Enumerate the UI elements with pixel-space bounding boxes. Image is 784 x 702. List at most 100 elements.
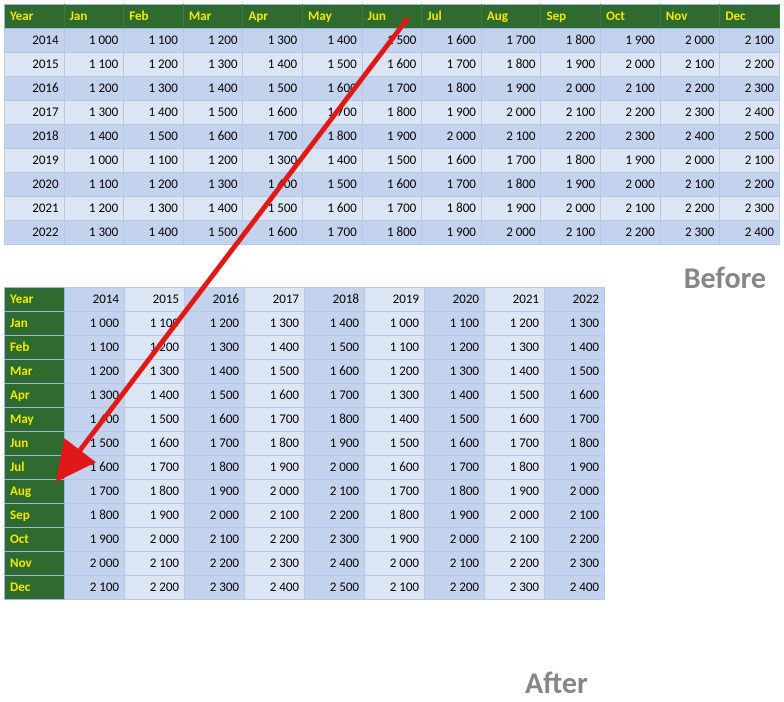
table-row: 20161 2001 3001 4001 5001 6001 7001 8001… — [5, 77, 780, 101]
data-cell: 2 200 — [545, 528, 605, 552]
data-cell: 2 000 — [481, 101, 541, 125]
table-row: 20191 0001 1001 2001 3001 4001 5001 6001… — [5, 149, 780, 173]
data-cell: 1 800 — [362, 221, 422, 245]
data-cell: 1 800 — [303, 125, 363, 149]
data-cell: 2 300 — [305, 528, 365, 552]
col-jul: Jul — [422, 5, 482, 29]
data-cell: 2 400 — [720, 221, 780, 245]
data-cell: 2 100 — [245, 504, 305, 528]
data-cell: 2 200 — [125, 576, 185, 600]
data-cell: 2 000 — [660, 149, 720, 173]
data-cell: 1 600 — [305, 360, 365, 384]
data-cell: 2 300 — [245, 552, 305, 576]
data-cell: 2 200 — [720, 53, 780, 77]
table-row: Jul1 6001 7001 8001 9002 0001 6001 7001 … — [5, 456, 605, 480]
data-cell: 2 300 — [601, 125, 661, 149]
data-cell: 1 700 — [422, 53, 482, 77]
data-cell: 1 400 — [124, 221, 184, 245]
data-cell: 2 000 — [660, 29, 720, 53]
table-row: Nov2 0002 1002 2002 3002 4002 0002 1002 … — [5, 552, 605, 576]
data-cell: 1 500 — [365, 432, 425, 456]
col-dec: Dec — [720, 5, 780, 29]
month-header: Jan — [5, 312, 65, 336]
data-cell: 2 300 — [720, 197, 780, 221]
data-cell: 2 200 — [425, 576, 485, 600]
data-cell: 1 400 — [64, 125, 124, 149]
data-cell: 2 000 — [305, 456, 365, 480]
data-cell: 1 100 — [125, 312, 185, 336]
data-cell: 1 700 — [243, 125, 303, 149]
col-jan: Jan — [64, 5, 124, 29]
data-cell: 2 100 — [541, 101, 601, 125]
data-cell: 1 700 — [362, 77, 422, 101]
data-cell: 1 900 — [425, 504, 485, 528]
data-cell: 1 500 — [425, 408, 485, 432]
table-row: 20211 2001 3001 4001 5001 6001 7001 8001… — [5, 197, 780, 221]
table-row: Apr1 3001 4001 5001 6001 7001 3001 4001 … — [5, 384, 605, 408]
data-cell: 2 300 — [660, 221, 720, 245]
data-cell: 1 400 — [243, 173, 303, 197]
data-cell: 1 500 — [245, 360, 305, 384]
data-cell: 2 100 — [305, 480, 365, 504]
data-cell: 1 700 — [422, 173, 482, 197]
data-cell: 1 900 — [601, 149, 661, 173]
data-cell: 2 200 — [185, 552, 245, 576]
year-cell: 2022 — [5, 221, 65, 245]
data-cell: 2 400 — [545, 576, 605, 600]
data-cell: 1 000 — [65, 312, 125, 336]
data-cell: 1 200 — [183, 149, 243, 173]
data-cell: 1 700 — [545, 408, 605, 432]
data-cell: 1 700 — [65, 480, 125, 504]
data-cell: 2 200 — [245, 528, 305, 552]
year-cell: 2016 — [5, 77, 65, 101]
table-row: 20221 3001 4001 5001 6001 7001 8001 9002… — [5, 221, 780, 245]
col-mar: Mar — [183, 5, 243, 29]
year-cell: 2021 — [5, 197, 65, 221]
data-cell: 1 300 — [245, 312, 305, 336]
data-cell: 1 700 — [481, 149, 541, 173]
data-cell: 1 300 — [365, 384, 425, 408]
year-cell: 2019 — [5, 149, 65, 173]
data-cell: 1 300 — [243, 29, 303, 53]
month-header: Apr — [5, 384, 65, 408]
month-header: Mar — [5, 360, 65, 384]
data-cell: 1 400 — [365, 408, 425, 432]
col-2014: 2014 — [65, 288, 125, 312]
month-header: Oct — [5, 528, 65, 552]
data-cell: 1 600 — [243, 101, 303, 125]
data-cell: 2 000 — [541, 77, 601, 101]
data-cell: 1 900 — [125, 504, 185, 528]
data-cell: 1 600 — [65, 456, 125, 480]
data-cell: 1 900 — [245, 456, 305, 480]
data-cell: 1 400 — [183, 77, 243, 101]
col-2019: 2019 — [365, 288, 425, 312]
col-2017: 2017 — [245, 288, 305, 312]
data-cell: 1 500 — [303, 53, 363, 77]
col-may: May — [303, 5, 363, 29]
data-cell: 1 900 — [362, 125, 422, 149]
data-cell: 2 100 — [541, 221, 601, 245]
data-cell: 1 500 — [362, 149, 422, 173]
data-cell: 1 900 — [65, 528, 125, 552]
table-row: May1 4001 5001 6001 7001 8001 4001 5001 … — [5, 408, 605, 432]
data-cell: 2 100 — [660, 53, 720, 77]
data-cell: 1 200 — [64, 197, 124, 221]
data-cell: 2 000 — [545, 480, 605, 504]
col-oct: Oct — [601, 5, 661, 29]
data-cell: 2 000 — [245, 480, 305, 504]
year-cell: 2017 — [5, 101, 65, 125]
data-cell: 1 100 — [365, 336, 425, 360]
data-cell: 1 500 — [183, 221, 243, 245]
data-cell: 2 300 — [185, 576, 245, 600]
data-cell: 1 300 — [425, 360, 485, 384]
data-cell: 2 100 — [485, 528, 545, 552]
col-apr: Apr — [243, 5, 303, 29]
data-cell: 2 200 — [601, 101, 661, 125]
table-row: Dec2 1002 2002 3002 4002 5002 1002 2002 … — [5, 576, 605, 600]
year-cell: 2015 — [5, 53, 65, 77]
data-cell: 1 800 — [485, 456, 545, 480]
data-cell: 2 000 — [185, 504, 245, 528]
table-row: Feb1 1001 2001 3001 4001 5001 1001 2001 … — [5, 336, 605, 360]
month-header: Feb — [5, 336, 65, 360]
table-row: Mar1 2001 3001 4001 5001 6001 2001 3001 … — [5, 360, 605, 384]
